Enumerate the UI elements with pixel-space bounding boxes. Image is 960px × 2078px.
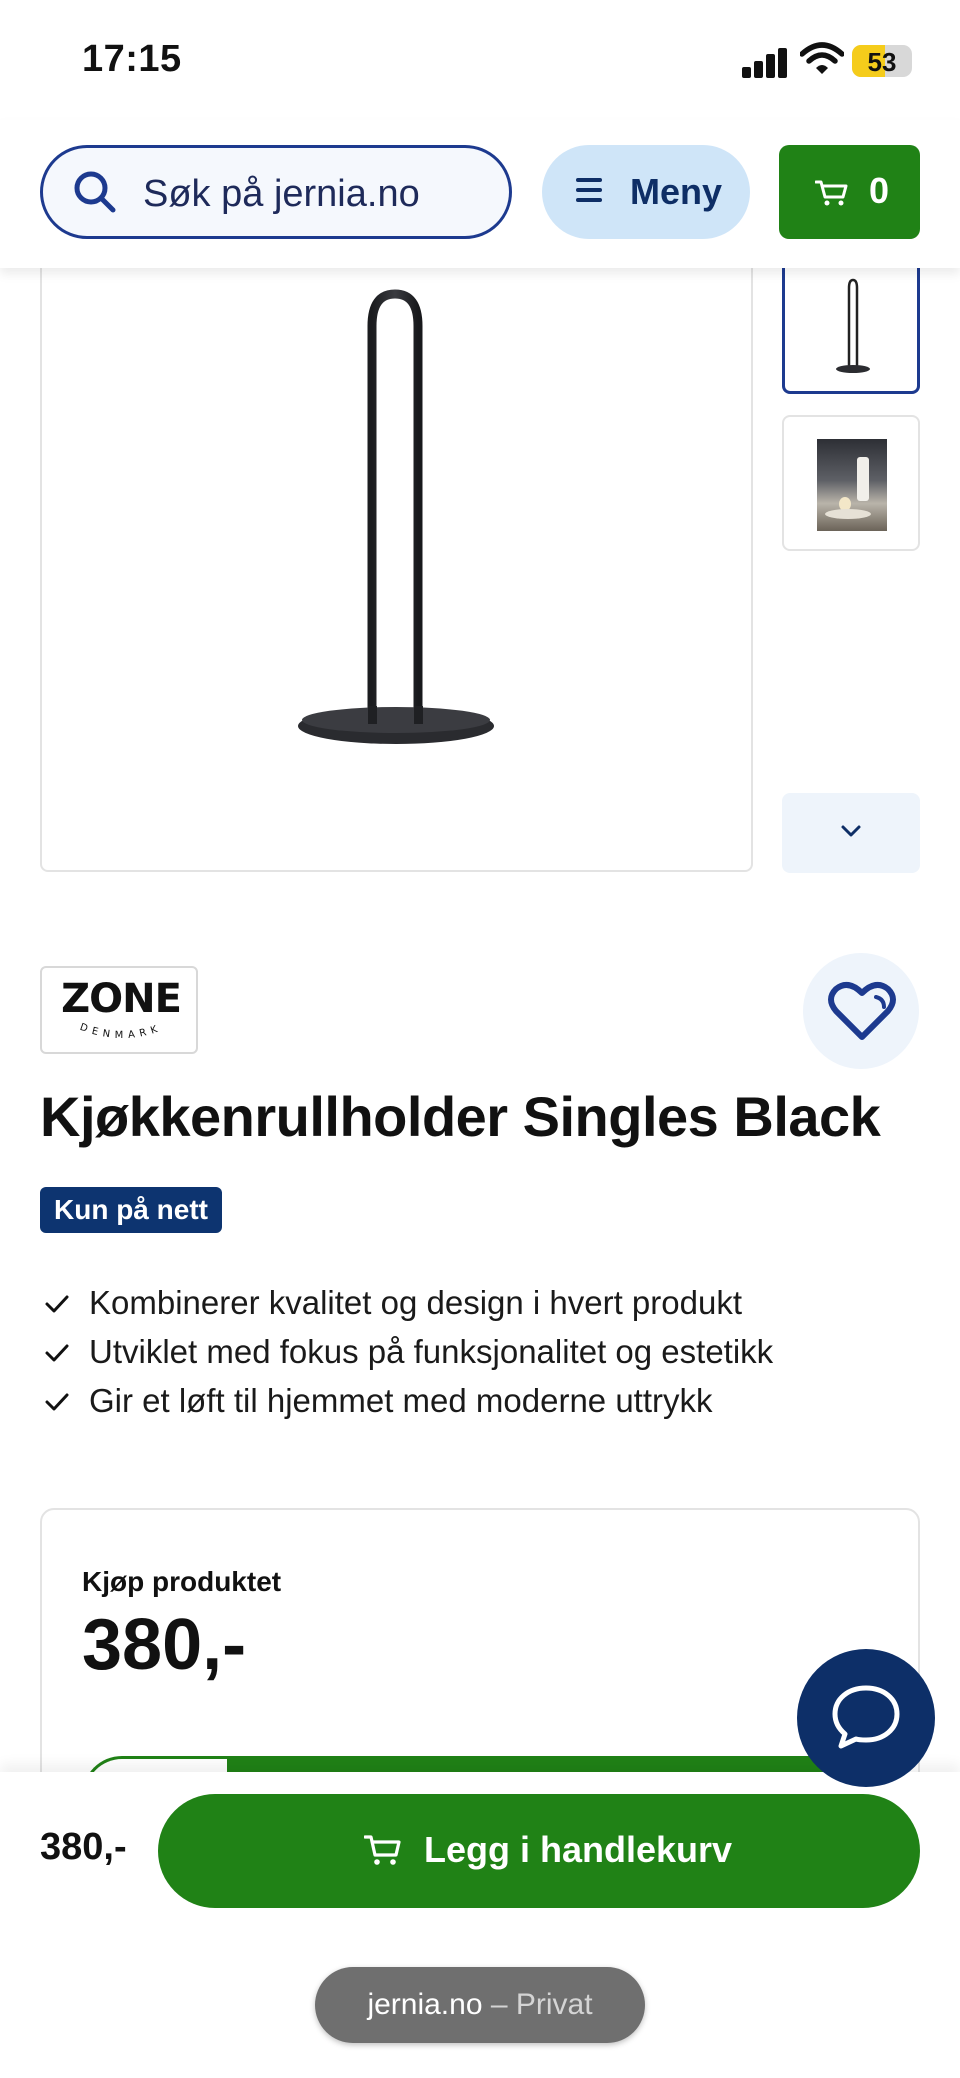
feature-item: Gir et løft til hjemmet med moderne uttr… [44,1381,773,1430]
cellular-signal-icon [742,46,788,78]
feature-item: Utviklet med fokus på funksjonalitet og … [44,1332,773,1381]
chat-bubble-icon [832,1685,900,1749]
feature-text: Kombinerer kvalitet og design i hvert pr… [89,1284,743,1321]
brand-subtitle: DENMARK [78,1022,163,1041]
feature-text: Gir et løft til hjemmet med moderne uttr… [89,1382,713,1419]
feature-text: Utviklet med fokus på funksjonalitet og … [89,1333,774,1370]
cart-icon [815,180,848,206]
heart-icon [828,981,896,1040]
buy-box-price: 380,- [82,1605,247,1685]
brand-name: ZONE [61,976,182,1022]
add-to-cart-button[interactable]: Legg i handlekurv [158,1794,920,1908]
paper-towel-holder-thumb-icon [836,278,870,373]
sticky-buy-bar: 380,- Legg i handlekurv jernia.no – Priv… [0,1772,960,2078]
menu-label: Meny [630,171,723,212]
buy-box-heading: Kjøp produktet [82,1566,282,1597]
thumbnail-product[interactable] [782,258,920,394]
feature-list: Kombinerer kvalitet og design i hvert pr… [44,1283,773,1430]
gallery-scroll-down-button[interactable] [782,793,920,873]
status-bar: 17:15 53 [0,0,960,120]
browser-mode: – Privat [482,1988,593,2021]
cart-icon [364,1835,401,1865]
hamburger-icon [576,178,602,202]
browser-url-pill[interactable]: jernia.no – Privat [315,1967,645,2043]
product-title: Kjøkkenrullholder Singles Black [40,1085,881,1148]
thumbnail-lifestyle[interactable] [782,415,920,551]
cart-button[interactable]: 0 [779,145,920,239]
check-icon [45,1393,69,1411]
paper-towel-holder-image [298,289,494,744]
cart-count: 0 [869,170,890,211]
check-icon [45,1295,69,1313]
site-header: Søk på jernia.no Meny 0 [0,120,960,268]
search-icon [74,171,116,213]
add-to-cart-label: Legg i handlekurv [424,1829,733,1870]
feature-item: Kombinerer kvalitet og design i hvert pr… [44,1283,773,1332]
wifi-icon [800,42,844,74]
check-icon [45,1344,69,1362]
chat-button[interactable] [797,1649,935,1787]
brand-logo[interactable]: ZONE DENMARK [40,966,198,1054]
chevron-down-icon [841,825,861,837]
menu-button[interactable]: Meny [542,145,750,239]
battery-icon: 53 [852,45,912,77]
search-input[interactable]: Søk på jernia.no [40,145,512,239]
favorite-button[interactable] [803,953,919,1069]
product-main-image[interactable] [40,240,753,872]
battery-level: 53 [867,47,897,77]
status-time: 17:15 [82,38,182,80]
sticky-price: 380,- [40,1826,127,1868]
svg-text:DENMARK: DENMARK [78,1022,163,1041]
browser-domain: jernia.no [367,1988,483,2021]
online-only-badge: Kun på nett [40,1187,222,1233]
search-placeholder: Søk på jernia.no [143,173,420,215]
lifestyle-photo-icon [817,439,887,531]
